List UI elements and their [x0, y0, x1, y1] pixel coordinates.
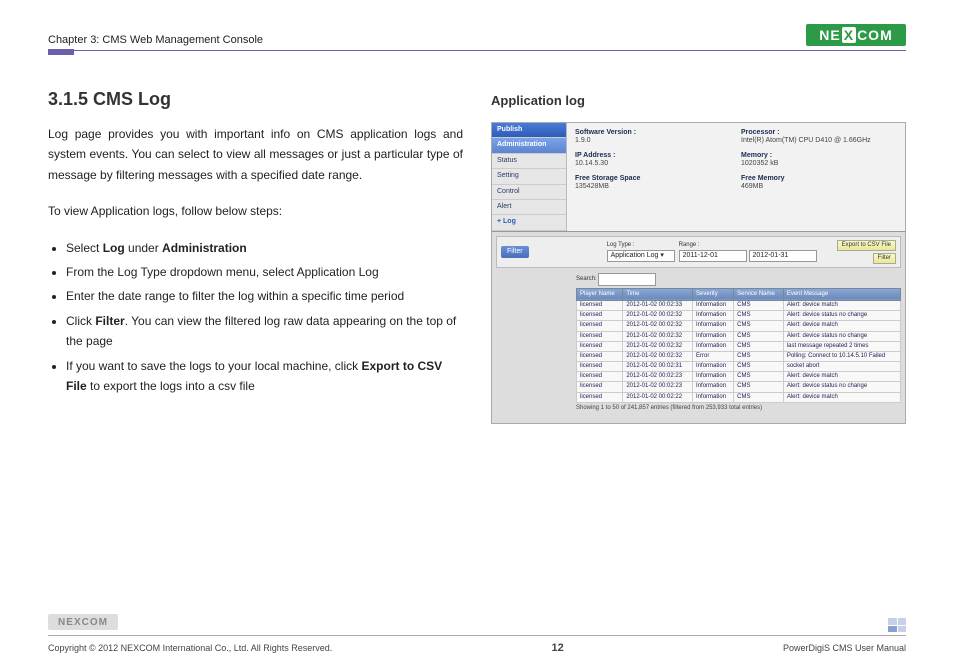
- footer-decoration: [888, 618, 906, 632]
- filter-tab[interactable]: Filter: [501, 246, 529, 258]
- ip-value: 10.14.5.30: [575, 160, 731, 168]
- table-row: licensed2012-01-02 00:02:32InformationCM…: [577, 341, 901, 351]
- step-1: Select Log under Administration: [66, 238, 463, 258]
- memory-label: Memory :: [741, 152, 897, 160]
- brand-logo: NEXCOM: [806, 24, 906, 46]
- sw-version-label: Software Version :: [575, 129, 731, 137]
- step-3: Enter the date range to filter the log w…: [66, 286, 463, 306]
- page-number: 12: [551, 642, 563, 654]
- ip-label: IP Address :: [575, 152, 731, 160]
- table-row: licensed2012-01-02 00:02:32InformationCM…: [577, 311, 901, 321]
- processor-value: Intel(R) Atom(TM) CPU D410 @ 1.66GHz: [741, 137, 897, 145]
- table-row: licensed2012-01-02 00:02:23InformationCM…: [577, 372, 901, 382]
- sidebar-administration[interactable]: Administration: [492, 138, 566, 153]
- sidebar-publish[interactable]: Publish: [492, 123, 566, 138]
- step-2: From the Log Type dropdown menu, select …: [66, 262, 463, 282]
- freemem-label: Free Memory: [741, 175, 897, 183]
- section-heading: 3.1.5 CMS Log: [48, 89, 463, 110]
- filter-button[interactable]: Filter: [873, 253, 896, 264]
- filter-bar: Filter Log Type : Application Log ▾ Rang…: [496, 236, 901, 268]
- table-row: licensed2012-01-02 00:02:23InformationCM…: [577, 382, 901, 392]
- system-info-panel: Software Version : 1.9.0 Processor : Int…: [567, 123, 905, 231]
- processor-label: Processor :: [741, 129, 897, 137]
- range-from-input[interactable]: 2011-12-01: [679, 250, 747, 262]
- table-row: licensed2012-01-02 00:02:32InformationCM…: [577, 331, 901, 341]
- col-player[interactable]: Player Name: [577, 288, 623, 300]
- search-label: Search:: [576, 276, 597, 282]
- freemem-value: 469MB: [741, 183, 897, 191]
- footer-brand-logo: NEXCOM: [48, 614, 118, 630]
- range-to-input[interactable]: 2012-01-31: [749, 250, 817, 262]
- storage-label: Free Storage Space: [575, 175, 731, 183]
- search-input[interactable]: [598, 273, 656, 285]
- logtype-select[interactable]: Application Log ▾: [607, 250, 675, 262]
- col-message[interactable]: Event Message: [783, 288, 900, 300]
- sw-version-value: 1.9.0: [575, 137, 731, 145]
- storage-value: 135428MB: [575, 183, 731, 191]
- sidebar-control[interactable]: Control: [492, 185, 566, 200]
- table-row: licensed2012-01-02 00:02:22InformationCM…: [577, 392, 901, 402]
- logtype-label: Log Type :: [607, 242, 675, 249]
- col-service[interactable]: Service Name: [734, 288, 784, 300]
- col-severity[interactable]: Severity: [693, 288, 734, 300]
- step-5: If you want to save the logs to your loc…: [66, 356, 463, 397]
- table-footer: Showing 1 to 50 of 241,857 entries (filt…: [576, 405, 901, 412]
- manual-name: PowerDigiS CMS User Manual: [783, 643, 906, 653]
- steps-intro: To view Application logs, follow below s…: [48, 201, 463, 221]
- sidebar-log[interactable]: + Log: [492, 215, 566, 230]
- table-row: licensed2012-01-02 00:02:31InformationCM…: [577, 362, 901, 372]
- step-4: Click Filter. You can view the filtered …: [66, 311, 463, 352]
- app-screenshot: Publish Administration Status Setting Co…: [491, 122, 906, 424]
- memory-value: 1020352 kB: [741, 160, 897, 168]
- table-row: licensed2012-01-02 00:02:32ErrorCMSPolli…: [577, 351, 901, 361]
- chapter-title: Chapter 3: CMS Web Management Console: [48, 34, 263, 46]
- copyright: Copyright © 2012 NEXCOM International Co…: [48, 643, 332, 653]
- sidebar-setting[interactable]: Setting: [492, 169, 566, 184]
- screenshot-title: Application log: [491, 93, 906, 108]
- sidebar: Publish Administration Status Setting Co…: [492, 123, 567, 231]
- table-row: licensed2012-01-02 00:02:33InformationCM…: [577, 300, 901, 310]
- export-csv-button[interactable]: Export to CSV File: [837, 240, 896, 251]
- sidebar-alert[interactable]: Alert: [492, 200, 566, 215]
- header-rule: [48, 50, 906, 51]
- steps-list: Select Log under Administration From the…: [48, 238, 463, 397]
- col-time[interactable]: Time: [623, 288, 693, 300]
- sidebar-status[interactable]: Status: [492, 154, 566, 169]
- footer-rule: [48, 635, 906, 636]
- range-label: Range :: [679, 242, 817, 249]
- intro-paragraph: Log page provides you with important inf…: [48, 124, 463, 185]
- log-table: Player Name Time Severity Service Name E…: [576, 288, 901, 403]
- table-row: licensed2012-01-02 00:02:32InformationCM…: [577, 321, 901, 331]
